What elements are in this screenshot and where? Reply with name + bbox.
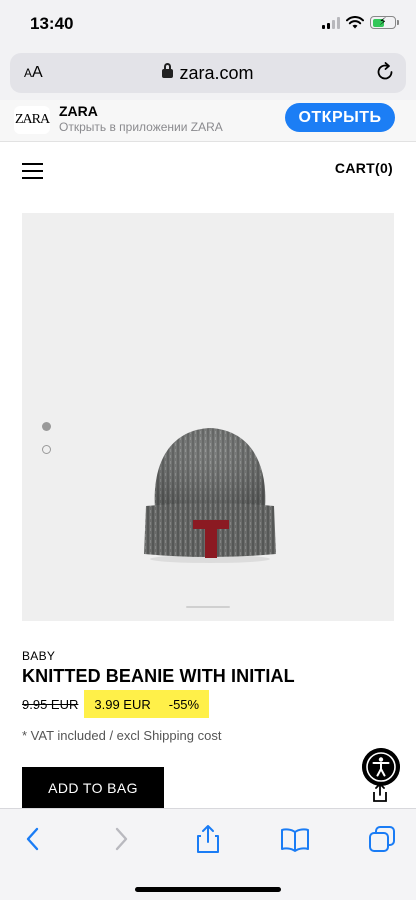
carousel-dot[interactable] (42, 445, 51, 454)
tabs-icon[interactable] (367, 824, 397, 854)
image-scroll-indicator (186, 606, 230, 608)
accessibility-icon[interactable] (362, 748, 400, 786)
url-text: zara.com (179, 63, 254, 83)
browser-top-bar: AA zara.com (0, 50, 416, 100)
back-icon[interactable] (18, 824, 48, 854)
app-subtitle: Открыть в приложении ZARA (59, 120, 223, 134)
product-category: BABY (22, 649, 56, 663)
app-logo: ZARA (14, 106, 50, 134)
cart-link[interactable]: CART(0) (335, 160, 393, 176)
site-header: CART(0) (0, 142, 416, 198)
status-icons: ⚡ (322, 16, 399, 29)
vat-note: * VAT included / excl Shipping cost (22, 728, 222, 743)
address-bar[interactable]: AA zara.com (10, 53, 406, 93)
home-indicator[interactable] (135, 887, 281, 892)
status-bar: 13:40 ⚡ (0, 0, 416, 50)
status-time: 13:40 (30, 14, 74, 33)
forward-icon[interactable] (106, 824, 136, 854)
old-price: 9.95 EUR (22, 696, 79, 712)
product-image-carousel[interactable] (22, 213, 394, 621)
share-icon[interactable] (193, 824, 223, 854)
bookmarks-icon[interactable] (280, 824, 310, 854)
discount-badge: -55% (168, 696, 200, 712)
price-row: 9.95 EUR 3.99 EUR -55% (22, 690, 210, 718)
lock-icon (162, 63, 174, 78)
wifi-icon (346, 16, 364, 29)
hamburger-menu-icon[interactable] (22, 163, 43, 179)
sale-price-box: 3.99 EUR -55% (84, 690, 210, 718)
sale-price: 3.99 EUR (94, 696, 151, 712)
signal-bars-icon (322, 16, 340, 29)
carousel-dot-active[interactable] (42, 422, 51, 431)
add-to-bag-button[interactable]: ADD TO BAG (22, 767, 164, 809)
product-title: KNITTED BEANIE WITH INITIAL (22, 666, 295, 686)
beanie-product-image (144, 428, 276, 563)
reload-icon[interactable] (374, 61, 396, 83)
battery-charging-icon: ⚡ (370, 16, 399, 29)
app-banner: ZARA ZARA Открыть в приложении ZARA ОТКР… (0, 100, 416, 142)
share-icon[interactable] (369, 782, 391, 804)
open-app-button[interactable]: ОТКРЫТЬ (285, 103, 395, 132)
browser-toolbar (0, 808, 416, 900)
app-name: ZARA (59, 103, 98, 119)
